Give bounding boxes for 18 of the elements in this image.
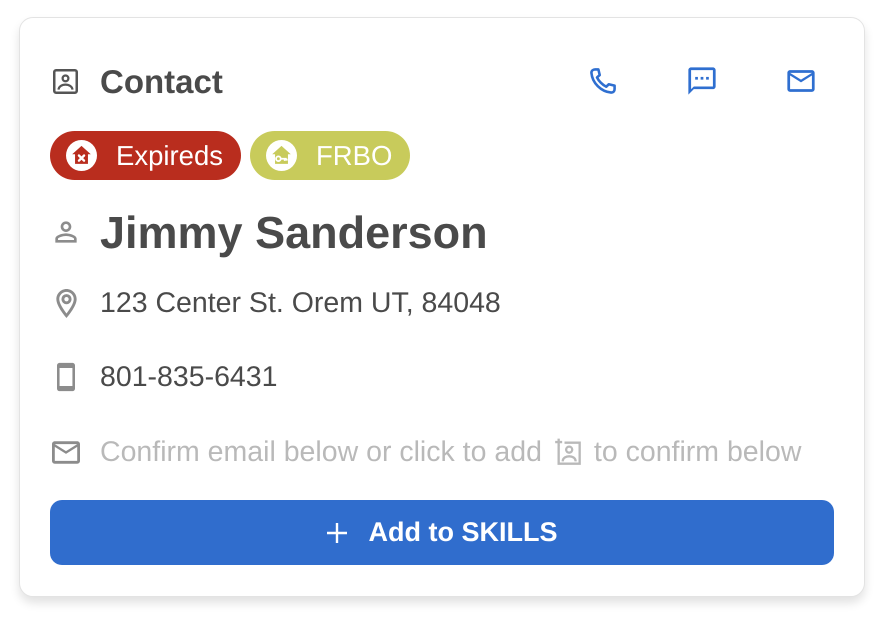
plus-icon	[326, 522, 346, 542]
phone-number: 801-835-6431	[100, 362, 278, 392]
tag-label: FRBO	[316, 142, 392, 170]
address-text: 123 Center St. Orem UT, 84048	[100, 288, 501, 318]
house-key-icon	[266, 140, 297, 171]
tag-label: Expireds	[116, 142, 223, 170]
add-to-skills-button[interactable]: Add to SKILLS	[50, 500, 834, 565]
card-title: Contact	[100, 64, 223, 98]
hint-text: to confirm below	[594, 438, 802, 466]
person-icon	[54, 220, 78, 244]
mobile-phone-icon	[57, 362, 75, 392]
contact-card-icon	[53, 68, 78, 94]
location-pin-icon	[56, 288, 76, 318]
mail-icon	[52, 440, 80, 464]
hint-text: Confirm email below or click to add	[100, 438, 542, 466]
chat-icon	[687, 66, 717, 96]
house-x-icon	[66, 140, 97, 171]
phone-icon	[588, 66, 618, 96]
